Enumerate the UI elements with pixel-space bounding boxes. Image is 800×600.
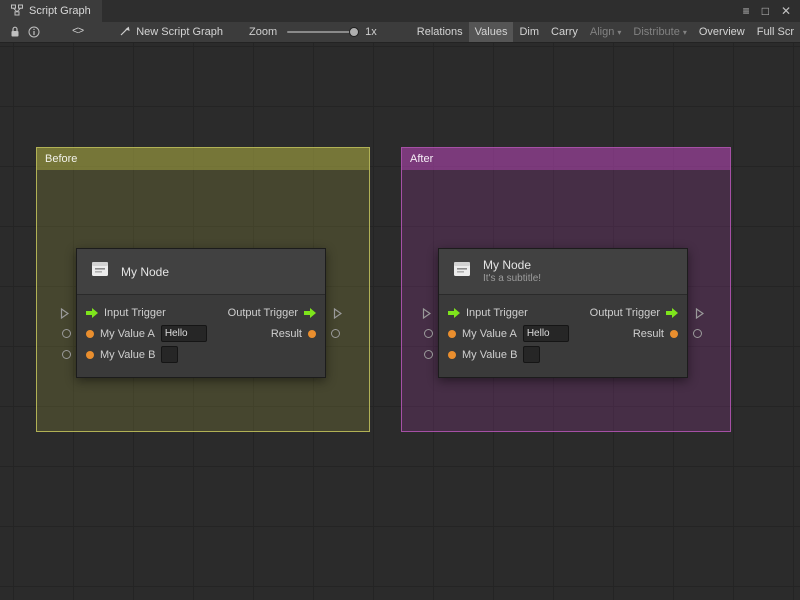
- external-value-port-marker[interactable]: [424, 350, 433, 359]
- node-subtitle: It's a subtitle!: [483, 273, 541, 285]
- value-b-field[interactable]: [523, 346, 540, 363]
- external-trigger-port-marker[interactable]: [333, 306, 342, 324]
- zoom-label: Zoom: [249, 26, 277, 38]
- port-row-trigger: Input Trigger Output Trigger: [77, 302, 325, 323]
- carry-button[interactable]: Carry: [545, 22, 584, 42]
- external-value-port-marker[interactable]: [424, 329, 433, 338]
- value-b-port[interactable]: My Value B: [448, 346, 540, 363]
- external-trigger-port-marker[interactable]: [60, 306, 69, 324]
- tab-title: Script Graph: [29, 5, 91, 17]
- trigger-arrow-icon: [304, 308, 316, 318]
- port-row-value-b: My Value B: [439, 344, 687, 365]
- group-before[interactable]: Before My Node: [36, 147, 370, 432]
- graph-name-button[interactable]: New Script Graph: [119, 25, 223, 40]
- value-port-icon: [448, 330, 456, 338]
- value-port-icon: [448, 351, 456, 359]
- trigger-arrow-icon: [666, 308, 678, 318]
- window-menu-icon[interactable]: ≡: [743, 5, 750, 17]
- graph-name-label: New Script Graph: [136, 26, 223, 38]
- lock-icon[interactable]: [6, 22, 24, 42]
- external-value-port-marker[interactable]: [62, 350, 71, 359]
- node-title: My Node: [121, 265, 169, 279]
- port-row-value-b: My Value B: [77, 344, 325, 365]
- code-icon[interactable]: <>: [72, 26, 83, 38]
- distribute-button[interactable]: Distribute: [627, 22, 692, 42]
- values-button[interactable]: Values: [469, 22, 514, 42]
- external-trigger-port-marker[interactable]: [422, 306, 431, 324]
- overview-button[interactable]: Overview: [693, 22, 751, 42]
- node-icon: [89, 258, 111, 285]
- dim-button[interactable]: Dim: [513, 22, 545, 42]
- value-a-port[interactable]: My Value A: [86, 325, 207, 342]
- node-my-node-before[interactable]: My Node Input Trigger Output Trigger: [76, 248, 326, 378]
- node-header[interactable]: My Node It's a subtitle!: [439, 249, 687, 295]
- port-row-trigger: Input Trigger Output Trigger: [439, 302, 687, 323]
- script-graph-icon: [11, 4, 23, 19]
- external-value-port-marker[interactable]: [331, 329, 340, 338]
- value-a-field[interactable]: [161, 325, 207, 342]
- input-trigger-port[interactable]: Input Trigger: [448, 307, 528, 319]
- node-title: My Node: [483, 258, 541, 272]
- output-trigger-port[interactable]: Output Trigger: [590, 307, 678, 319]
- output-trigger-port[interactable]: Output Trigger: [228, 307, 316, 319]
- zoom-slider-track[interactable]: [287, 31, 357, 33]
- value-port-icon: [86, 330, 94, 338]
- result-port[interactable]: Result: [271, 328, 316, 340]
- trigger-arrow-icon: [86, 308, 98, 318]
- graph-toolbar: <> New Script Graph Zoom 1x Relations Va…: [0, 22, 800, 43]
- window-maximize-icon[interactable]: □: [762, 5, 769, 17]
- window-close-icon[interactable]: ✕: [781, 5, 791, 17]
- value-port-icon: [670, 330, 678, 338]
- group-after-title[interactable]: After: [402, 148, 730, 170]
- info-icon[interactable]: [24, 22, 44, 42]
- port-row-value-a: My Value A Result: [439, 323, 687, 344]
- zoom-slider-handle[interactable]: [349, 27, 359, 37]
- dropdown-caret-icon: [683, 28, 687, 37]
- trigger-arrow-icon: [448, 308, 460, 318]
- input-trigger-port[interactable]: Input Trigger: [86, 307, 166, 319]
- node-my-node-after[interactable]: My Node It's a subtitle! Input Trigger O…: [438, 248, 688, 378]
- graph-pointer-icon: [119, 25, 131, 40]
- align-button[interactable]: Align: [584, 22, 627, 42]
- tab-script-graph[interactable]: Script Graph: [0, 0, 102, 22]
- value-a-field[interactable]: [523, 325, 569, 342]
- window-controls: ≡ □ ✕: [743, 0, 800, 22]
- external-trigger-port-marker[interactable]: [695, 306, 704, 324]
- group-before-title[interactable]: Before: [37, 148, 369, 170]
- port-row-value-a: My Value A Result: [77, 323, 325, 344]
- node-header[interactable]: My Node: [77, 249, 325, 295]
- group-after[interactable]: After My Node It's a subtitle!: [401, 147, 731, 432]
- value-a-port[interactable]: My Value A: [448, 325, 569, 342]
- node-body: Input Trigger Output Trigger My Value A: [439, 295, 687, 377]
- value-b-field[interactable]: [161, 346, 178, 363]
- graph-canvas[interactable]: Before My Node: [0, 43, 800, 600]
- relations-button[interactable]: Relations: [411, 22, 469, 42]
- value-port-icon: [86, 351, 94, 359]
- value-b-port[interactable]: My Value B: [86, 346, 178, 363]
- value-port-icon: [308, 330, 316, 338]
- dropdown-caret-icon: [617, 28, 621, 37]
- result-port[interactable]: Result: [633, 328, 678, 340]
- fullscreen-button[interactable]: Full Scr: [751, 22, 800, 42]
- external-value-port-marker[interactable]: [62, 329, 71, 338]
- window-tab-bar: Script Graph ≡ □ ✕: [0, 0, 800, 22]
- node-body: Input Trigger Output Trigger My Value A: [77, 295, 325, 377]
- zoom-value: 1x: [365, 26, 377, 38]
- zoom-slider[interactable]: [287, 22, 359, 42]
- toolbar-buttons: Relations Values Dim Carry Align Distrib…: [411, 22, 800, 42]
- external-value-port-marker[interactable]: [693, 329, 702, 338]
- node-icon: [451, 258, 473, 285]
